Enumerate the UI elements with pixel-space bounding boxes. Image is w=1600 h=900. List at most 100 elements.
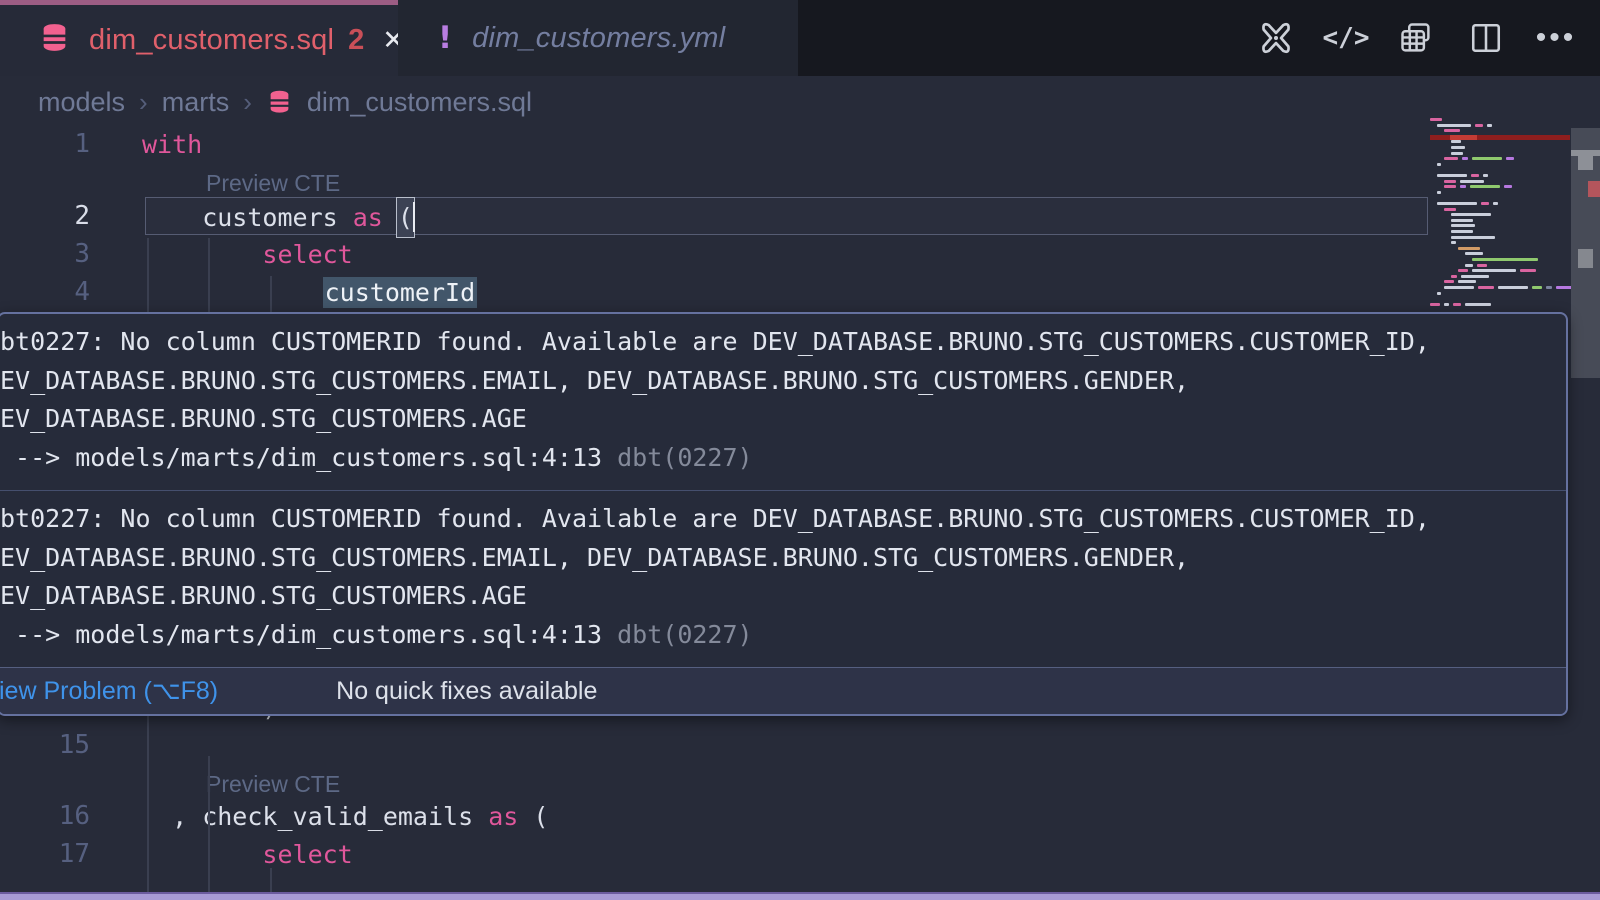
error-text: bt0227: No column CUSTOMERID found. Avai… [0, 323, 1556, 362]
tab-label: dim_customers.yml [472, 22, 725, 55]
minimap[interactable] [1430, 118, 1570, 318]
minimap-code-line [1437, 191, 1441, 194]
minimap-code-line [1458, 280, 1476, 283]
minimap-code-line [1444, 303, 1449, 306]
sql-preview-icon[interactable]: </> [1328, 20, 1364, 56]
window-bottom-edge [0, 892, 1600, 900]
minimap-code-line [1471, 174, 1479, 177]
error-message-block-2: bt0227: No column CUSTOMERID found. Avai… [0, 491, 1566, 667]
minimap-code-line [1498, 286, 1528, 289]
minimap-code-line [1506, 157, 1514, 160]
indent-guide [208, 756, 210, 893]
minimap-code-line [1460, 185, 1466, 188]
minimap-code-line [1465, 264, 1473, 267]
more-actions-icon[interactable]: ••• [1538, 20, 1574, 56]
database-icon [266, 89, 293, 116]
tab-label: dim_customers.sql [89, 24, 334, 57]
minimap-code-line [1444, 280, 1454, 283]
code-line-17[interactable]: 17 select [0, 835, 1600, 874]
ruler-mark [1578, 249, 1593, 268]
minimap-code-line [1458, 247, 1480, 250]
codelens-preview-cte[interactable]: Preview CTE [206, 166, 340, 200]
minimap-code-line [1444, 286, 1474, 289]
minimap-code-line [1451, 140, 1461, 143]
minimap-code-line [1437, 174, 1467, 177]
minimap-code-line [1444, 180, 1456, 183]
error-bang-icon: ! [438, 20, 452, 56]
code-line-4[interactable]: 4 customerId [0, 273, 1600, 312]
tab-dim-customers-sql[interactable]: dim_customers.sql 2 ✕ [0, 0, 398, 76]
database-icon [38, 22, 71, 60]
code-line-15[interactable]: 15 [0, 726, 1600, 765]
minimap-code-line [1451, 152, 1463, 155]
minimap-code-line [1437, 202, 1477, 205]
code-line-16[interactable]: 16 , check_valid_emails as ( [0, 797, 1600, 836]
editor-toolbar: </> ••• [1258, 0, 1574, 76]
minimap-code-line [1460, 180, 1484, 183]
error-text: EV_DATABASE.BRUNO.STG_CUSTOMERS.EMAIL, D… [0, 362, 1556, 401]
breadcrumb: models › marts › dim_customers.sql [38, 84, 532, 120]
error-ruler-mark [1588, 181, 1600, 197]
view-problem-link[interactable]: iew Problem (⌥F8) [0, 676, 218, 706]
minimap-code-line [1483, 174, 1488, 177]
scrollbar[interactable] [1571, 128, 1600, 378]
indent-guide [208, 238, 210, 312]
breadcrumb-file[interactable]: dim_customers.sql [307, 87, 532, 118]
text-cursor [413, 202, 416, 232]
error-text: EV_DATABASE.BRUNO.STG_CUSTOMERS.AGE [0, 577, 1556, 616]
breadcrumb-models[interactable]: models [38, 87, 125, 118]
indent-guide [270, 868, 272, 893]
code-line-3[interactable]: 3 select [0, 235, 1600, 274]
minimap-code-line [1430, 118, 1442, 121]
error-text: bt0227: No column CUSTOMERID found. Avai… [0, 500, 1556, 539]
error-text: EV_DATABASE.BRUNO.STG_CUSTOMERS.AGE [0, 400, 1556, 439]
minimap-code-line [1458, 269, 1468, 272]
dbt-power-user-icon[interactable] [1258, 20, 1294, 56]
indent-guide [147, 238, 149, 312]
tooltip-status-bar: iew Problem (⌥F8) No quick fixes availab… [0, 667, 1566, 714]
minimap-code-line [1444, 129, 1460, 132]
codelens-preview-cte[interactable]: Preview CTE [206, 767, 340, 801]
indent-guide [270, 276, 272, 312]
minimap-code-line [1546, 286, 1552, 289]
error-text: EV_DATABASE.BRUNO.STG_CUSTOMERS.EMAIL, D… [0, 539, 1556, 578]
indent-guide [147, 713, 149, 893]
minimap-code-line [1475, 124, 1483, 127]
minimap-code-line [1437, 163, 1441, 166]
minimap-code-line [1451, 213, 1491, 216]
minimap-code-line [1487, 124, 1492, 127]
minimap-code-line [1465, 252, 1483, 255]
error-token-customerid[interactable]: customerId [323, 277, 478, 308]
error-code: dbt(0227) [617, 620, 752, 649]
minimap-code-line [1532, 286, 1542, 289]
tab-dirty-count-badge: 2 [348, 24, 364, 57]
error-location: --> models/marts/dim_customers.sql:4:13 … [0, 616, 1556, 655]
minimap-code-line [1451, 224, 1475, 227]
code-line-2[interactable]: 2 customers as ( [0, 197, 1600, 236]
tab-dim-customers-yml[interactable]: ! dim_customers.yml [398, 0, 798, 76]
minimap-code-line [1453, 303, 1461, 306]
minimap-code-line [1430, 303, 1440, 306]
error-message-block-1: bt0227: No column CUSTOMERID found. Avai… [0, 314, 1566, 490]
minimap-code-line [1451, 146, 1465, 149]
minimap-code-line [1451, 275, 1457, 278]
minimap-code-line [1472, 157, 1502, 160]
minimap-code-line [1472, 269, 1516, 272]
breadcrumb-marts[interactable]: marts [162, 87, 230, 118]
chevron-right-icon: › [139, 87, 148, 118]
chevron-right-icon: › [243, 87, 252, 118]
split-editor-icon[interactable] [1468, 20, 1504, 56]
code-line-1[interactable]: 1with [0, 125, 1600, 164]
minimap-code-line [1477, 264, 1487, 267]
no-quick-fixes-text: No quick fixes available [336, 677, 597, 706]
minimap-code-line [1481, 202, 1489, 205]
minimap-code-line [1444, 185, 1456, 188]
minimap-code-line [1465, 303, 1491, 306]
minimap-code-line [1478, 286, 1494, 289]
minimap-code-line [1451, 230, 1473, 233]
minimap-code-line [1451, 241, 1456, 244]
query-results-copy-icon[interactable] [1398, 20, 1434, 56]
minimap-code-line [1470, 185, 1500, 188]
error-hover-tooltip: bt0227: No column CUSTOMERID found. Avai… [0, 312, 1568, 716]
tab-bar: dim_customers.sql 2 ✕ ! dim_customers.ym… [0, 0, 1600, 76]
